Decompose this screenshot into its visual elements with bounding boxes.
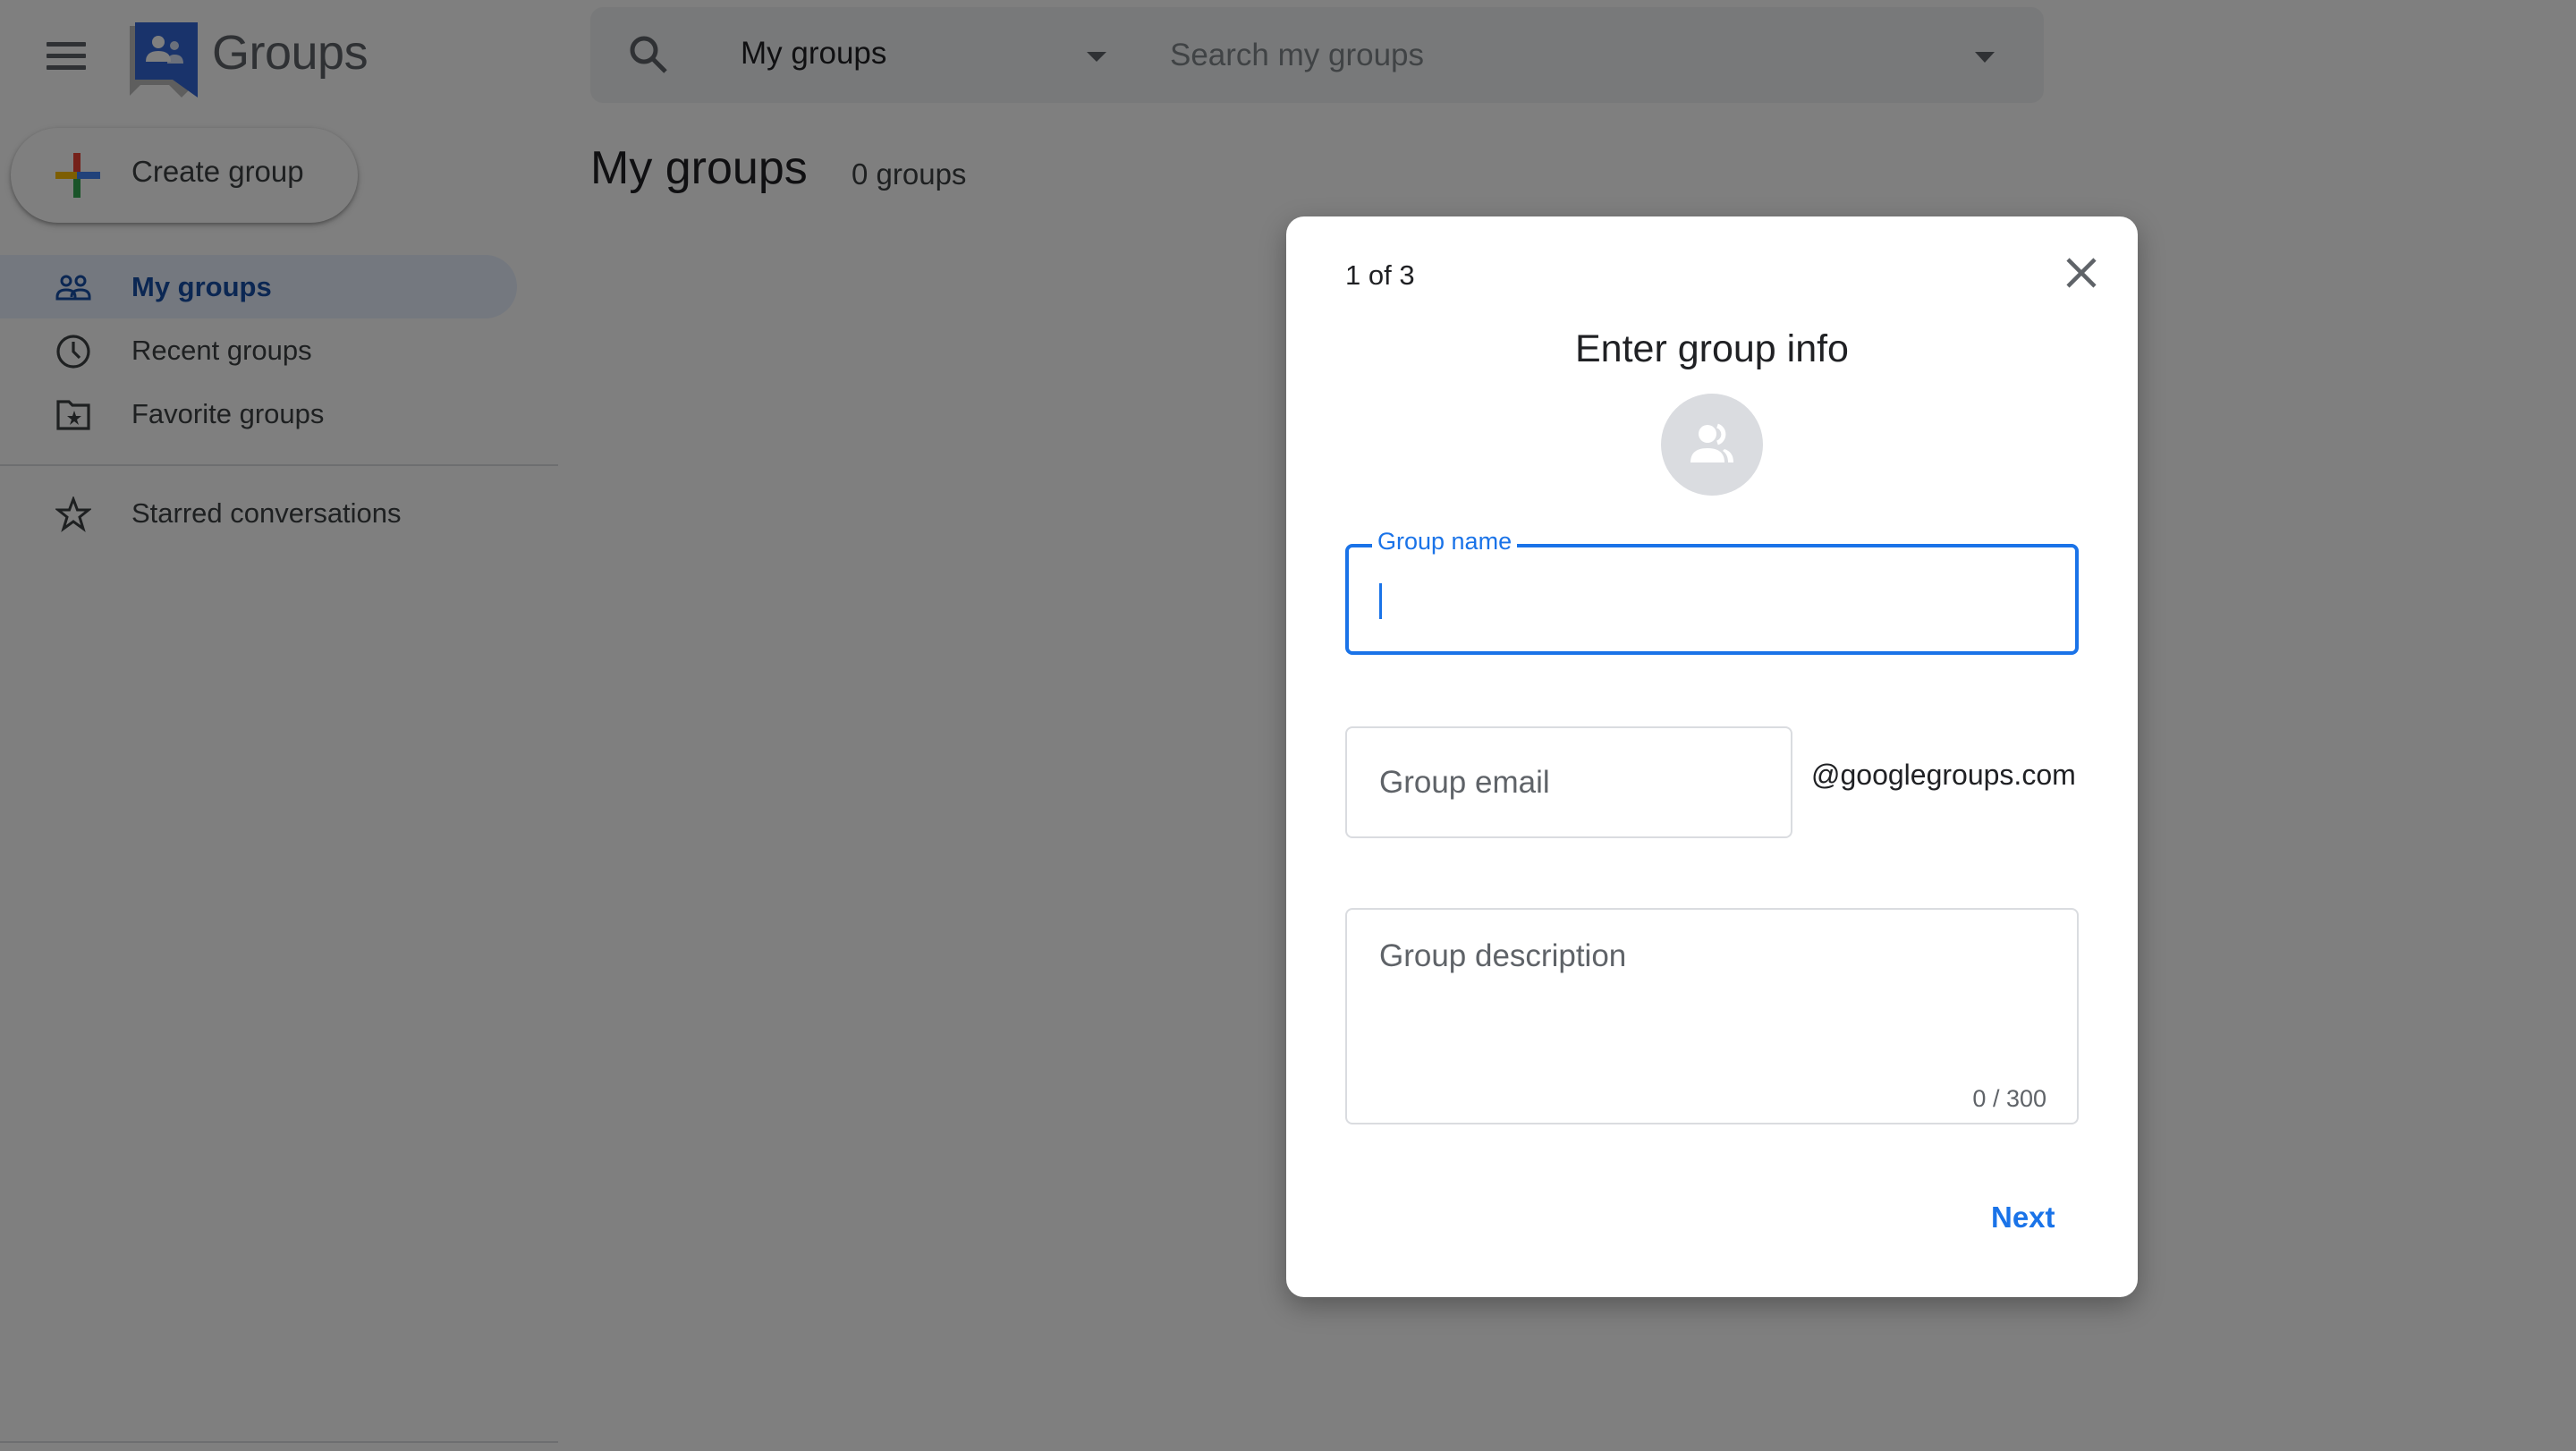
group-name-label: Group name: [1372, 528, 1518, 556]
next-button[interactable]: Next: [1982, 1195, 2064, 1240]
email-domain-suffix: @googlegroups.com: [1811, 759, 2076, 791]
character-counter: 0 / 300: [1972, 1085, 2046, 1112]
text-cursor: [1379, 583, 1382, 619]
group-name-field[interactable]: Group name: [1345, 528, 2079, 655]
step-indicator: 1 of 3: [1345, 259, 1415, 291]
group-avatar[interactable]: [1661, 394, 1763, 496]
group-email-input[interactable]: [1377, 755, 1775, 810]
group-description-field[interactable]: 0 / 300: [1345, 908, 2079, 1124]
group-name-input[interactable]: [1376, 564, 2041, 635]
group-description-input[interactable]: [1377, 937, 2043, 1065]
group-avatar-icon: [1690, 423, 1733, 462]
close-icon[interactable]: [2059, 250, 2104, 295]
group-email-field[interactable]: [1345, 726, 1792, 838]
create-group-dialog: 1 of 3 Enter group info Group name @goog…: [1286, 216, 2138, 1297]
dialog-title: Enter group info: [1575, 327, 1849, 370]
